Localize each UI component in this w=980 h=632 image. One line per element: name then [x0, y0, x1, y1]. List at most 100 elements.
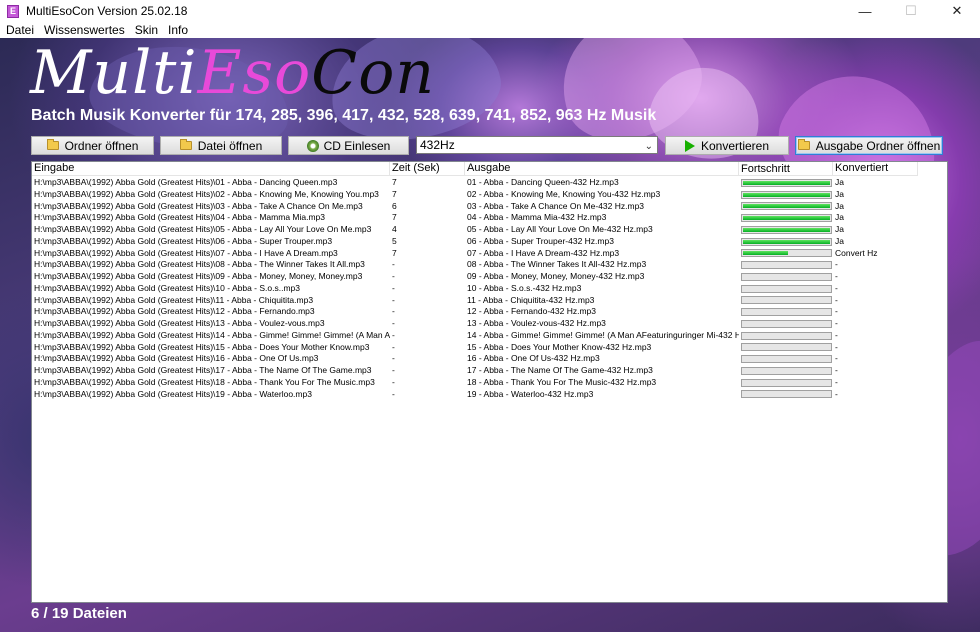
cell-converted: -: [835, 376, 838, 387]
cell-converted: Ja: [835, 212, 844, 223]
cell-progress: [739, 389, 833, 401]
logo-part-con: Con: [311, 38, 435, 108]
menu-skin[interactable]: Skin: [130, 22, 163, 38]
cell-converted: Ja: [835, 224, 844, 234]
cell-converted: -: [835, 341, 838, 352]
cell-time: -: [392, 294, 395, 305]
column-header-output[interactable]: Ausgabe: [465, 162, 739, 176]
minimize-button[interactable]: —: [842, 0, 888, 22]
table-row[interactable]: H:\mp3\ABBA\(1992) Abba Gold (Greatest H…: [32, 365, 918, 377]
table-row[interactable]: H:\mp3\ABBA\(1992) Abba Gold (Greatest H…: [32, 259, 918, 271]
cell-time: 4: [392, 224, 397, 234]
table-row[interactable]: H:\mp3\ABBA\(1992) Abba Gold (Greatest H…: [32, 353, 918, 365]
menu-wissenswertes[interactable]: Wissenswertes: [39, 22, 130, 38]
cell-input-path: H:\mp3\ABBA\(1992) Abba Gold (Greatest H…: [34, 235, 333, 246]
cell-output-file: 19 - Abba - Waterloo-432 Hz.mp3: [467, 388, 594, 399]
frequency-select[interactable]: 432Hz ⌄: [416, 136, 658, 154]
table-row[interactable]: H:\mp3\ABBA\(1992) Abba Gold (Greatest H…: [32, 330, 918, 342]
cd-read-button[interactable]: CD Einlesen: [288, 136, 409, 155]
title-bar: E MultiEsoCon Version 25.02.18 — ☐ ✕: [0, 0, 980, 22]
progress-bar: [741, 390, 832, 399]
progress-fill: [743, 216, 830, 221]
column-header-time[interactable]: Zeit (Sek): [390, 162, 465, 176]
progress-bar: [741, 272, 832, 281]
open-file-button[interactable]: Datei öffnen: [160, 136, 282, 155]
cell-progress: [739, 212, 833, 224]
cell-progress: [739, 189, 833, 201]
cell-time: -: [392, 365, 395, 375]
cell-time: -: [392, 353, 395, 364]
column-header-input[interactable]: Eingabe: [32, 162, 390, 176]
cell-input-path: H:\mp3\ABBA\(1992) Abba Gold (Greatest H…: [34, 247, 338, 258]
cell-input-path: H:\mp3\ABBA\(1992) Abba Gold (Greatest H…: [34, 224, 372, 234]
table-row[interactable]: H:\mp3\ABBA\(1992) Abba Gold (Greatest H…: [32, 177, 918, 189]
table-row[interactable]: H:\mp3\ABBA\(1992) Abba Gold (Greatest H…: [32, 271, 918, 283]
cell-progress: [739, 259, 833, 271]
cell-output-file: 13 - Abba - Voulez-vous-432 Hz.mp3: [467, 318, 606, 328]
table-row[interactable]: H:\mp3\ABBA\(1992) Abba Gold (Greatest H…: [32, 189, 918, 201]
file-list[interactable]: Eingabe Zeit (Sek) Ausgabe Fortschritt K…: [31, 161, 948, 603]
folder-icon: [46, 139, 59, 150]
cell-input-path: H:\mp3\ABBA\(1992) Abba Gold (Greatest H…: [34, 329, 390, 340]
table-row[interactable]: H:\mp3\ABBA\(1992) Abba Gold (Greatest H…: [32, 342, 918, 354]
convert-button[interactable]: Konvertieren: [665, 136, 789, 155]
table-row[interactable]: H:\mp3\ABBA\(1992) Abba Gold (Greatest H…: [32, 283, 918, 295]
progress-bar: [741, 296, 832, 305]
cell-converted: -: [835, 318, 838, 328]
cell-converted: -: [835, 306, 838, 317]
list-header: Eingabe Zeit (Sek) Ausgabe Fortschritt K…: [32, 162, 918, 176]
cell-output-file: 14 - Abba - Gimme! Gimme! Gimme! (A Man …: [467, 329, 739, 340]
cell-time: -: [392, 376, 395, 387]
table-row[interactable]: H:\mp3\ABBA\(1992) Abba Gold (Greatest H…: [32, 224, 918, 236]
window-title: MultiEsoCon Version 25.02.18: [26, 4, 188, 18]
cell-time: -: [392, 306, 395, 317]
cell-input-path: H:\mp3\ABBA\(1992) Abba Gold (Greatest H…: [34, 271, 363, 281]
app-logo: MultiEsoCon: [30, 42, 435, 104]
cell-input-path: H:\mp3\ABBA\(1992) Abba Gold (Greatest H…: [34, 365, 372, 375]
open-output-folder-button[interactable]: Ausgabe Ordner öffnen: [795, 136, 943, 155]
cell-input-path: H:\mp3\ABBA\(1992) Abba Gold (Greatest H…: [34, 177, 338, 187]
table-row[interactable]: H:\mp3\ABBA\(1992) Abba Gold (Greatest H…: [32, 318, 918, 330]
menu-bar: Datei Wissenswertes Skin Info: [0, 22, 980, 38]
column-header-progress[interactable]: Fortschritt: [739, 162, 833, 176]
cell-output-file: 11 - Abba - Chiquitita-432 Hz.mp3: [467, 294, 595, 305]
cell-converted: Ja: [835, 200, 844, 211]
progress-bar: [741, 308, 832, 317]
menu-info[interactable]: Info: [163, 22, 193, 38]
chevron-down-icon[interactable]: ⌄: [645, 139, 653, 155]
maximize-button[interactable]: ☐: [888, 0, 934, 22]
table-row[interactable]: H:\mp3\ABBA\(1992) Abba Gold (Greatest H…: [32, 377, 918, 389]
cell-output-file: 06 - Abba - Super Trouper-432 Hz.mp3: [467, 235, 614, 246]
cell-progress: [739, 283, 833, 295]
cell-time: -: [392, 259, 395, 270]
progress-bar: [741, 178, 832, 187]
folder-icon: [179, 139, 192, 150]
cell-converted: Convert Hz: [835, 247, 878, 258]
cell-progress: [739, 271, 833, 283]
cell-input-path: H:\mp3\ABBA\(1992) Abba Gold (Greatest H…: [34, 200, 363, 211]
table-row[interactable]: H:\mp3\ABBA\(1992) Abba Gold (Greatest H…: [32, 248, 918, 260]
cell-input-path: H:\mp3\ABBA\(1992) Abba Gold (Greatest H…: [34, 388, 312, 399]
cell-output-file: 02 - Abba - Knowing Me, Knowing You-432 …: [467, 188, 661, 199]
table-row[interactable]: H:\mp3\ABBA\(1992) Abba Gold (Greatest H…: [32, 295, 918, 307]
cell-progress: [739, 330, 833, 342]
progress-bar: [741, 366, 832, 375]
open-folder-button[interactable]: Ordner öffnen: [31, 136, 154, 155]
column-header-converted[interactable]: Konvertiert: [833, 162, 918, 176]
cell-converted: -: [835, 388, 838, 399]
table-row[interactable]: H:\mp3\ABBA\(1992) Abba Gold (Greatest H…: [32, 212, 918, 224]
cell-converted: -: [835, 365, 838, 375]
table-row[interactable]: H:\mp3\ABBA\(1992) Abba Gold (Greatest H…: [32, 306, 918, 318]
table-row[interactable]: H:\mp3\ABBA\(1992) Abba Gold (Greatest H…: [32, 236, 918, 248]
close-button[interactable]: ✕: [934, 0, 980, 22]
cell-progress: [739, 342, 833, 354]
menu-datei[interactable]: Datei: [0, 22, 39, 38]
cell-output-file: 15 - Abba - Does Your Mother Know-432 Hz…: [467, 341, 652, 352]
cell-progress: [739, 318, 833, 330]
cell-output-file: 10 - Abba - S.o.s.-432 Hz.mp3: [467, 282, 582, 293]
cell-time: -: [392, 388, 395, 399]
cell-progress: [739, 224, 833, 236]
table-row[interactable]: H:\mp3\ABBA\(1992) Abba Gold (Greatest H…: [32, 201, 918, 213]
table-row[interactable]: H:\mp3\ABBA\(1992) Abba Gold (Greatest H…: [32, 389, 918, 401]
progress-bar: [741, 202, 832, 211]
